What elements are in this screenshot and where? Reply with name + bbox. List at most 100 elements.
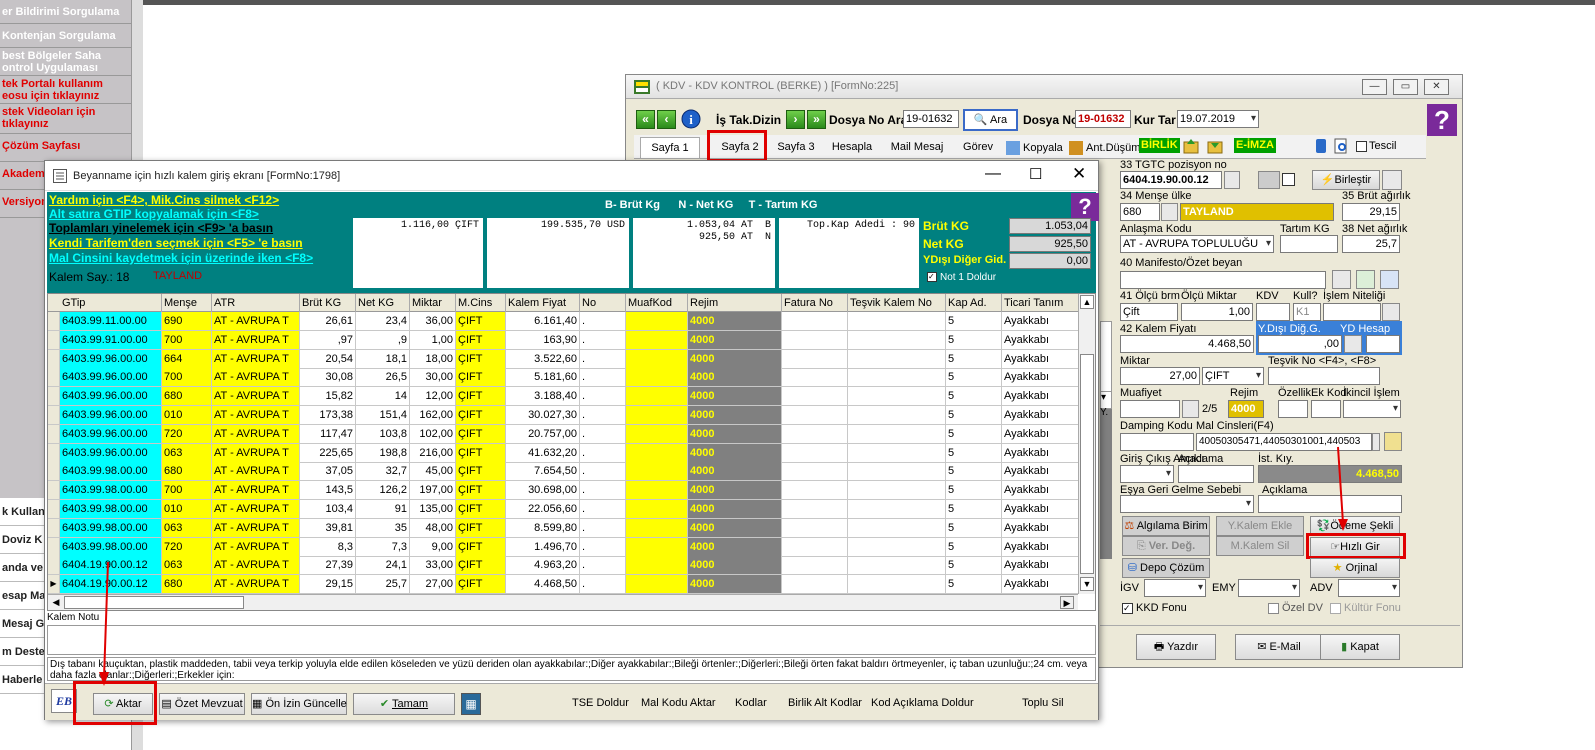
table-row[interactable]: 6403.99.91.00.00 700 AT - AVRUPA T ,97,9 1,0… [48,330,1080,350]
grid-horizontal-scrollbar[interactable]: ◀ ▶ [48,594,1078,610]
table-cell[interactable] [626,312,688,331]
ozel-dv-checkbox[interactable]: Özel DV [1268,602,1323,614]
table-cell[interactable]: ÇIFT [456,537,506,557]
adv-select[interactable] [1338,579,1400,597]
column-header[interactable]: MuafKod [626,294,688,312]
table-cell[interactable]: 18,1 [356,349,410,369]
table-cell[interactable]: AT - AVRUPA T [212,424,300,444]
table-cell[interactable]: 163,90 [506,330,580,350]
table-cell[interactable]: Ayakkabı [1002,537,1080,557]
table-cell[interactable]: 198,8 [356,443,410,463]
left-menu-item[interactable]: Kontenjan Sorgulama [0,24,131,48]
email-button[interactable]: ✉ E-Mail [1235,634,1323,660]
row-indicator[interactable] [48,349,60,369]
table-row[interactable]: 6403.99.96.00.00 700 AT - AVRUPA T 30,08 26,… [48,368,1080,388]
table-cell[interactable]: 117,47 [300,424,356,444]
table-cell[interactable]: 3.522,60 [506,349,580,369]
mal-cinsleri-lookup-icon[interactable] [1372,433,1380,451]
table-cell[interactable]: AT - AVRUPA T [212,481,300,501]
table-cell[interactable] [626,481,688,501]
ikincil-islem-select[interactable] [1343,400,1401,418]
table-cell[interactable] [848,424,946,444]
muafiyet-input[interactable] [1120,400,1180,418]
table-cell[interactable] [782,424,848,444]
table-row[interactable]: 6403.99.98.00.00 720 AT - AVRUPA T 8,3 7,3 9,… [48,537,1080,557]
table-cell[interactable] [782,537,848,557]
table-cell[interactable]: ,97 [300,330,356,350]
table-cell[interactable]: 12,00 [410,387,456,407]
table-cell[interactable]: 15,82 [300,387,356,407]
table-cell[interactable]: 6403.99.98.00.00 [60,537,162,557]
ydisi-dig-input[interactable]: ,00 [1258,335,1342,353]
table-cell[interactable]: 162,00 [410,406,456,425]
yd-hesap-input[interactable] [1366,335,1400,353]
table-cell[interactable] [626,330,688,350]
table-cell[interactable]: ÇIFT [456,330,506,350]
table-cell[interactable]: 4000 [688,368,782,388]
table-row[interactable]: 6403.99.98.00.00 700 AT - AVRUPA T 143,5 126… [48,481,1080,501]
table-cell[interactable]: 103,4 [300,500,356,519]
esya-geri-select[interactable] [1120,495,1254,513]
table-cell[interactable]: AT - AVRUPA T [212,312,300,331]
e-imza-button[interactable]: E-İMZA [1234,138,1276,153]
table-cell[interactable]: 6403.99.98.00.00 [60,518,162,538]
toplu-sil-link[interactable]: Toplu Sil [1022,697,1064,709]
table-cell[interactable]: 680 [162,462,212,482]
kodlar-link[interactable]: Kodlar [735,697,767,709]
table-cell[interactable]: 680 [162,387,212,407]
table-cell[interactable] [782,462,848,482]
table-cell[interactable]: 27,39 [300,556,356,576]
table-cell[interactable]: 6403.99.96.00.00 [60,349,162,369]
table-cell[interactable]: . [580,481,626,501]
table-cell[interactable]: ÇIFT [456,556,506,576]
table-cell[interactable] [626,537,688,557]
table-cell[interactable]: 6403.99.96.00.00 [60,406,162,425]
table-cell[interactable]: 5 [946,368,1002,388]
table-cell[interactable]: 6403.99.98.00.00 [60,500,162,519]
tab-mail-mesaj[interactable]: Mail Mesaj [888,137,946,159]
table-cell[interactable]: 010 [162,500,212,519]
ara-button[interactable]: 🔍 Ara [963,109,1018,131]
table-cell[interactable]: 4000 [688,312,782,331]
birlestir-button[interactable]: ⚡Birleştir [1312,170,1380,190]
table-cell[interactable]: Ayakkabı [1002,349,1080,369]
depo-cozum-button[interactable]: ⛁ Depo Çözüm [1122,558,1210,578]
table-cell[interactable]: 5 [946,443,1002,463]
table-cell[interactable]: 4000 [688,575,782,595]
table-cell[interactable]: AT - AVRUPA T [212,500,300,519]
column-header[interactable]: GTip [60,294,162,312]
table-cell[interactable]: 25,7 [356,575,410,595]
row-indicator[interactable] [48,556,60,576]
algilama-birim-button[interactable]: ⚖ Algılama Birim [1122,516,1210,536]
column-header[interactable]: No [580,294,626,312]
table-cell[interactable] [782,368,848,388]
kopyala-button[interactable]: Kopyala [1006,141,1063,155]
kur-tar-select[interactable]: 19.07.2019 [1177,110,1259,128]
table-cell[interactable]: 690 [162,312,212,331]
table-row[interactable]: 6403.99.98.00.00 063 AT - AVRUPA T 39,81 35 4… [48,518,1080,538]
table-cell[interactable]: Ayakkabı [1002,387,1080,407]
table-cell[interactable]: Ayakkabı [1002,481,1080,501]
table-cell[interactable]: 063 [162,556,212,576]
table-cell[interactable]: 4000 [688,537,782,557]
table-cell[interactable]: 8,3 [300,537,356,557]
dosya-no-ara-input[interactable]: 19-01632 [903,110,959,128]
rejim-input[interactable]: 4000 [1228,400,1264,418]
tool-icon[interactable] [1314,138,1328,154]
table-cell[interactable]: 26,61 [300,312,356,331]
table-row[interactable]: ▶ 6404.19.90.00.12 680 AT - AVRUPA T 29,15 25… [48,575,1080,595]
emy-select[interactable] [1238,579,1300,597]
table-cell[interactable]: ÇIFT [456,349,506,369]
table-cell[interactable]: 27,00 [410,575,456,595]
table-cell[interactable]: 6403.99.91.00.00 [60,330,162,350]
table-cell[interactable]: 664 [162,349,212,369]
scroll-down-icon[interactable]: ▼ [1080,577,1094,591]
table-cell[interactable]: 20,54 [300,349,356,369]
calculator-icon[interactable]: ▦ [461,693,481,715]
table-cell[interactable]: 8.599,80 [506,518,580,538]
mense-code-input[interactable]: 680 [1120,203,1160,221]
table-cell[interactable]: . [580,312,626,331]
table-cell[interactable]: 4000 [688,349,782,369]
table-cell[interactable]: 4000 [688,556,782,576]
table-cell[interactable]: 4000 [688,518,782,538]
